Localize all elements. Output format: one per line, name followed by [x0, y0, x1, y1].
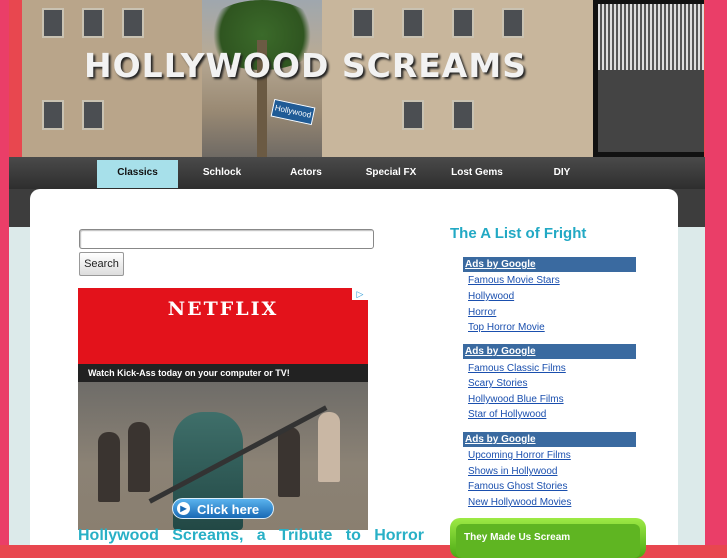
scene-figure [318, 412, 340, 482]
site-header-banner: Hollywood HOLLYWOOD SCREAMS [22, 0, 704, 157]
green-box-inner: They Made Us Scream [456, 524, 640, 558]
ad-link[interactable]: Top Horror Movie [468, 322, 545, 333]
tab-special-fx[interactable]: Special FX [349, 160, 433, 188]
window [82, 8, 104, 38]
netflix-logo: NETFLIX [167, 298, 279, 320]
window [42, 8, 64, 38]
ad-tagline: Watch Kick-Ass today on your computer or… [78, 364, 368, 382]
scene-figure [128, 422, 150, 492]
page-border-left [0, 0, 9, 545]
window [502, 8, 524, 38]
search-input[interactable] [79, 229, 374, 249]
tab-lost-gems[interactable]: Lost Gems [435, 160, 519, 188]
tab-actors[interactable]: Actors [265, 160, 347, 188]
ad-link[interactable]: Famous Movie Stars [468, 275, 560, 286]
ad-link[interactable]: Famous Classic Films [468, 363, 566, 374]
ad-link[interactable]: Famous Ghost Stories [468, 481, 567, 492]
scene-figure [278, 427, 300, 497]
green-box-title: They Made Us Scream [464, 532, 571, 543]
ad-link[interactable]: Star of Hollywood [468, 409, 546, 420]
window [352, 8, 374, 38]
ad-header: NETFLIX ▷ [78, 288, 368, 364]
site-title[interactable]: HOLLYWOOD SCREAMS [84, 46, 527, 85]
ad-link[interactable]: Hollywood [468, 291, 514, 302]
hollywood-street-sign: Hollywood [270, 98, 316, 126]
search-button[interactable]: Search [79, 252, 124, 276]
scene-figure [98, 432, 120, 502]
netflix-ad-banner[interactable]: NETFLIX ▷ Watch Kick-Ass today on your c… [78, 288, 368, 530]
ads-by-google-header[interactable]: Ads by Google [463, 257, 636, 272]
article-heading[interactable]: Hollywood Screams, a Tribute to Horror [78, 527, 424, 545]
window [452, 8, 474, 38]
click-here-label: Click here [197, 502, 260, 517]
window [402, 100, 424, 130]
ad-link[interactable]: New Hollywood Movies [468, 497, 571, 508]
window [122, 8, 144, 38]
ads-by-google-header[interactable]: Ads by Google [463, 432, 636, 447]
window [42, 100, 64, 130]
tab-schlock[interactable]: Schlock [181, 160, 263, 188]
tab-classics[interactable]: Classics [97, 160, 178, 188]
adchoices-icon[interactable]: ▷ [352, 288, 368, 300]
window [402, 8, 424, 38]
play-icon: ▶ [177, 502, 190, 515]
ad-link[interactable]: Upcoming Horror Films [468, 450, 571, 461]
window [452, 100, 474, 130]
theater-photo-street [598, 70, 704, 152]
window [82, 100, 104, 130]
ad-link[interactable]: Hollywood Blue Films [468, 394, 564, 405]
sidebar-title: The A List of Fright [450, 225, 587, 242]
ad-link[interactable]: Scary Stories [468, 378, 527, 389]
ads-by-google-header[interactable]: Ads by Google [463, 344, 636, 359]
ad-link[interactable]: Horror [468, 307, 496, 318]
click-here-button[interactable]: ▶ Click here [172, 498, 274, 519]
ad-link[interactable]: Shows in Hollywood [468, 466, 558, 477]
tab-diy[interactable]: DIY [521, 160, 603, 188]
theater-photo [593, 0, 704, 157]
they-made-us-scream-box: They Made Us Scream [450, 518, 646, 558]
page-border-right [705, 0, 727, 545]
